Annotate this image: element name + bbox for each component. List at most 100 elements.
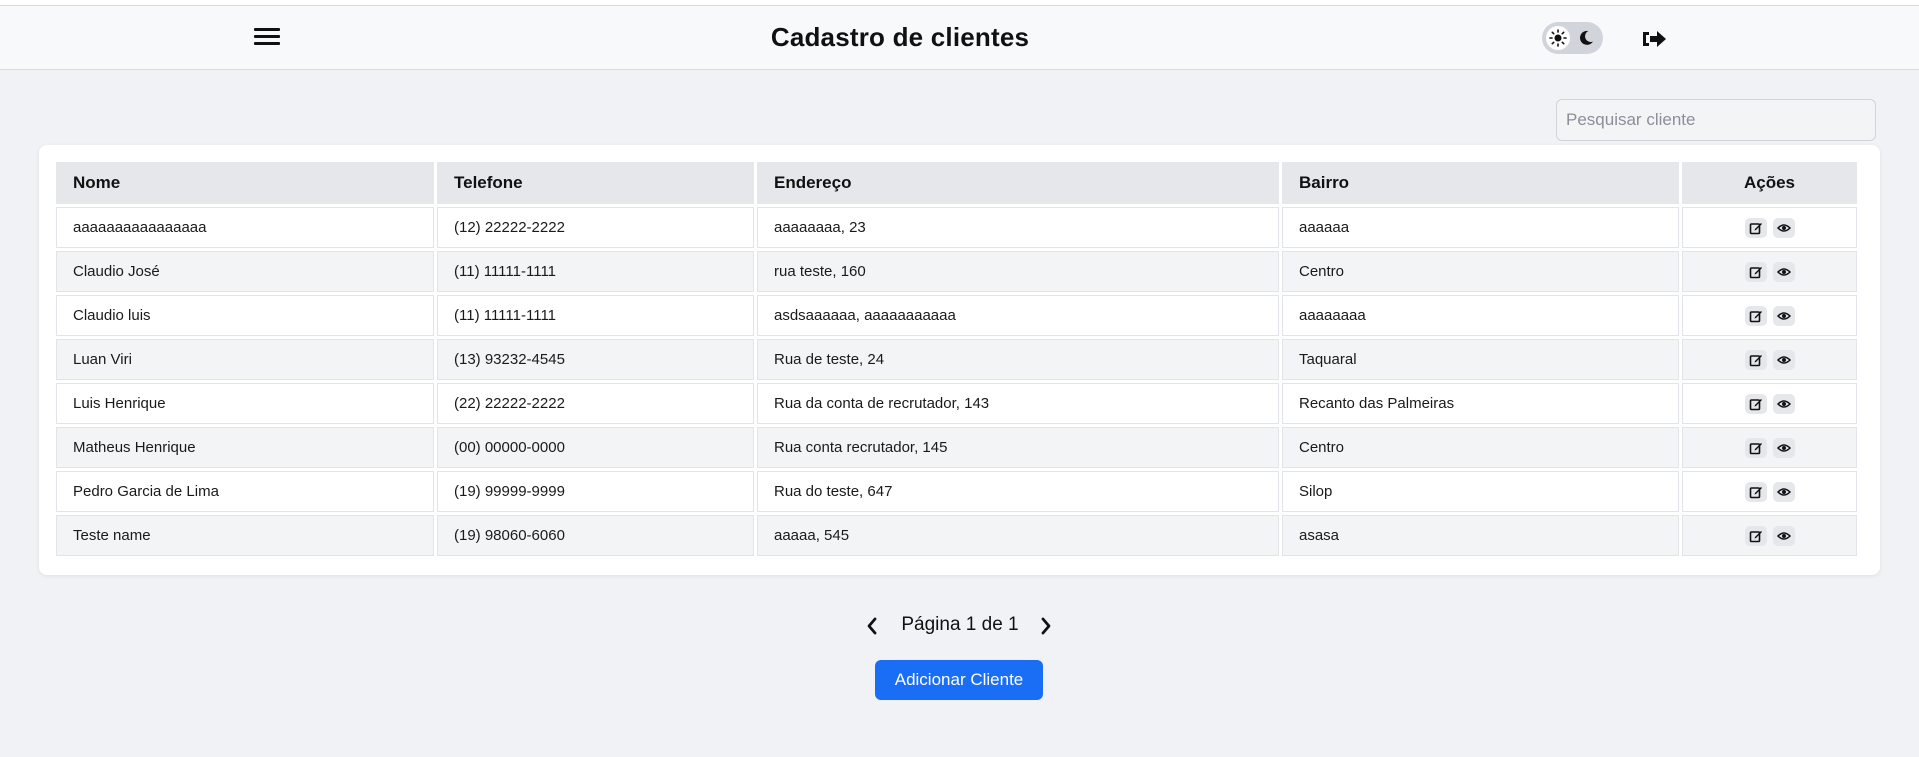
cell-endereco: aaaaa, 545	[757, 515, 1279, 556]
view-button[interactable]	[1772, 261, 1795, 282]
cell-endereco: asdsaaaaaa, aaaaaaaaaaa	[757, 295, 1279, 336]
edit-icon	[1749, 310, 1762, 322]
edit-button[interactable]	[1744, 525, 1767, 546]
cell-endereco: aaaaaaaa, 23	[757, 207, 1279, 248]
edit-icon	[1749, 354, 1762, 366]
table-row: Luis Henrique (22) 22222-2222 Rua da conta…	[56, 383, 1857, 424]
cell-actions	[1682, 207, 1857, 248]
cell-nome: Pedro Garcia de Lima	[56, 471, 434, 512]
column-header-telefone[interactable]: Telefone	[437, 162, 754, 204]
table-row: Matheus Henrique (00) 00000-0000 Rua conta…	[56, 427, 1857, 468]
app-header: Cadastro de clientes	[0, 6, 1919, 70]
view-button[interactable]	[1772, 217, 1795, 238]
search-input[interactable]	[1556, 99, 1876, 141]
logout-icon[interactable]	[1640, 27, 1668, 51]
cell-actions	[1682, 427, 1857, 468]
edit-button[interactable]	[1744, 481, 1767, 502]
cell-bairro: aaaaaaaa	[1282, 295, 1679, 336]
view-button[interactable]	[1772, 393, 1795, 414]
column-header-acoes: Ações	[1682, 162, 1857, 204]
cell-bairro: Centro	[1282, 427, 1679, 468]
view-eye-icon	[1776, 443, 1791, 452]
cell-nome: Luis Henrique	[56, 383, 434, 424]
view-eye-icon	[1776, 223, 1791, 232]
view-eye-icon	[1776, 355, 1791, 364]
column-header-nome[interactable]: Nome	[56, 162, 434, 204]
add-client-button[interactable]: Adicionar Cliente	[875, 660, 1043, 700]
cell-endereco: Rua do teste, 647	[757, 471, 1279, 512]
cell-actions	[1682, 251, 1857, 292]
pagination: Página 1 de 1	[0, 612, 1919, 640]
cell-nome: aaaaaaaaaaaaaaaa	[56, 207, 434, 248]
edit-icon	[1749, 266, 1762, 278]
column-header-endereco[interactable]: Endereço	[757, 162, 1279, 204]
chevron-left-icon[interactable]	[864, 615, 880, 637]
cell-endereco: rua teste, 160	[757, 251, 1279, 292]
cell-bairro: Centro	[1282, 251, 1679, 292]
table-row: aaaaaaaaaaaaaaaa (12) 22222-2222 aaaaaaaa,…	[56, 207, 1857, 248]
cell-nome: Claudio José	[56, 251, 434, 292]
table-row: Teste name (19) 98060-6060 aaaaa, 545 asasa	[56, 515, 1857, 556]
view-button[interactable]	[1772, 481, 1795, 502]
cell-actions	[1682, 339, 1857, 380]
edit-icon	[1749, 442, 1762, 454]
cell-nome: Teste name	[56, 515, 434, 556]
edit-button[interactable]	[1744, 349, 1767, 370]
edit-icon	[1749, 398, 1762, 410]
column-header-bairro[interactable]: Bairro	[1282, 162, 1679, 204]
cell-bairro: Recanto das Palmeiras	[1282, 383, 1679, 424]
edit-button[interactable]	[1744, 305, 1767, 326]
chevron-right-icon[interactable]	[1038, 615, 1054, 637]
cell-endereco: Rua da conta de recrutador, 143	[757, 383, 1279, 424]
table-row: Pedro Garcia de Lima (19) 99999-9999 Rua d…	[56, 471, 1857, 512]
table-header-row: Nome Telefone Endereço Bairro Ações	[56, 162, 1857, 204]
cell-telefone: (22) 22222-2222	[437, 383, 754, 424]
view-eye-icon	[1776, 531, 1791, 540]
moon-icon	[1580, 30, 1593, 45]
theme-toggle[interactable]	[1542, 22, 1603, 54]
cell-telefone: (11) 11111-1111	[437, 251, 754, 292]
cell-actions	[1682, 295, 1857, 336]
pagination-label: Página 1 de 1	[901, 614, 1019, 635]
edit-button[interactable]	[1744, 217, 1767, 238]
cell-endereco: Rua conta recrutador, 145	[757, 427, 1279, 468]
cell-actions	[1682, 515, 1857, 556]
view-eye-icon	[1776, 487, 1791, 496]
table-row: Claudio luis (11) 11111-1111 asdsaaaaaa, a…	[56, 295, 1857, 336]
sun-icon	[1549, 29, 1567, 47]
edit-icon	[1749, 486, 1762, 498]
edit-icon	[1749, 222, 1762, 234]
view-eye-icon	[1776, 311, 1791, 320]
page-title: Cadastro de clientes	[770, 22, 1030, 52]
edit-button[interactable]	[1744, 437, 1767, 458]
cell-nome: Matheus Henrique	[56, 427, 434, 468]
view-button[interactable]	[1772, 305, 1795, 326]
table-row: Claudio José (11) 11111-1111 rua teste, 16…	[56, 251, 1857, 292]
cell-actions	[1682, 471, 1857, 512]
view-button[interactable]	[1772, 349, 1795, 370]
view-button[interactable]	[1772, 525, 1795, 546]
view-button[interactable]	[1772, 437, 1795, 458]
cell-telefone: (12) 22222-2222	[437, 207, 754, 248]
cell-bairro: asasa	[1282, 515, 1679, 556]
cell-endereco: Rua de teste, 24	[757, 339, 1279, 380]
table-row: Luan Viri (13) 93232-4545 Rua de teste, 24…	[56, 339, 1857, 380]
cell-nome: Luan Viri	[56, 339, 434, 380]
cell-nome: Claudio luis	[56, 295, 434, 336]
view-eye-icon	[1776, 267, 1791, 276]
cell-actions	[1682, 383, 1857, 424]
cell-telefone: (19) 99999-9999	[437, 471, 754, 512]
clients-card: Nome Telefone Endereço Bairro Ações aaaa…	[39, 145, 1880, 575]
edit-button[interactable]	[1744, 393, 1767, 414]
edit-button[interactable]	[1744, 261, 1767, 282]
cell-telefone: (19) 98060-6060	[437, 515, 754, 556]
cell-bairro: aaaaaa	[1282, 207, 1679, 248]
cell-telefone: (11) 11111-1111	[437, 295, 754, 336]
cell-bairro: Taquaral	[1282, 339, 1679, 380]
cell-telefone: (13) 93232-4545	[437, 339, 754, 380]
cell-bairro: Silop	[1282, 471, 1679, 512]
view-eye-icon	[1776, 399, 1791, 408]
clients-table: Nome Telefone Endereço Bairro Ações aaaa…	[53, 159, 1860, 559]
cell-telefone: (00) 00000-0000	[437, 427, 754, 468]
edit-icon	[1749, 530, 1762, 542]
